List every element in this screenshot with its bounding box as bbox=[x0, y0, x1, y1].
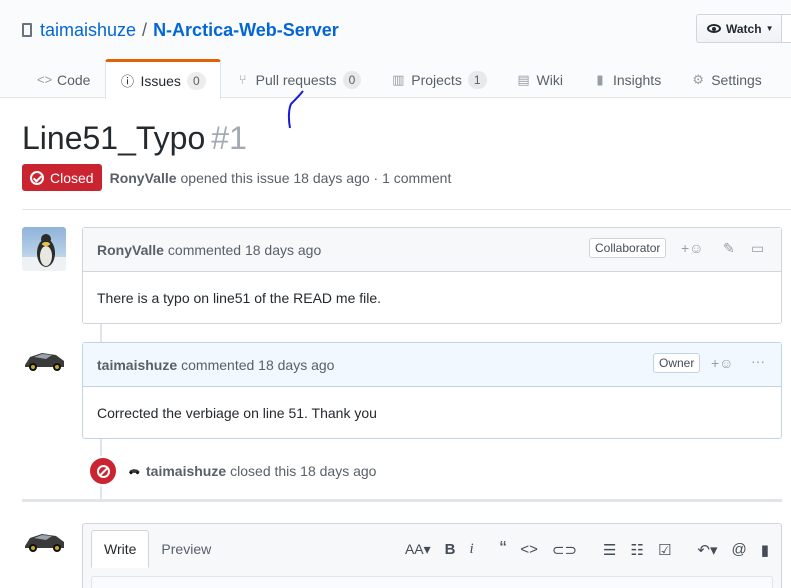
tab-label: Insights bbox=[612, 71, 662, 88]
bold-icon[interactable]: B bbox=[445, 541, 456, 558]
mention-icon[interactable]: @ bbox=[732, 541, 747, 558]
tab-code[interactable]: <> Code bbox=[22, 59, 105, 99]
tab-label: Pull requests bbox=[255, 71, 337, 88]
car-avatar-image bbox=[25, 353, 64, 371]
tab-write[interactable]: Write bbox=[91, 530, 150, 568]
issue-number: #1 bbox=[211, 120, 247, 156]
add-reaction-icon[interactable]: +☺ bbox=[711, 355, 733, 371]
comment-header: taimaishuze commented 18 days ago Owner … bbox=[83, 343, 781, 387]
tab-wiki[interactable]: ▤ Wiki bbox=[502, 59, 578, 99]
markdown-toolbar: AA▾ B i “ <> ⊂⊃ ☰ ☷ ☑ ↶▾ @ ▮ bbox=[405, 538, 769, 561]
issue-closed-icon bbox=[30, 170, 44, 185]
eye-icon bbox=[707, 24, 721, 33]
pull-request-icon: ⑂ bbox=[238, 72, 247, 87]
tab-counter: 0 bbox=[342, 70, 362, 89]
close-event-author-link[interactable]: taimaishuze bbox=[146, 463, 226, 479]
timeline-end-divider bbox=[22, 499, 782, 502]
penguin-avatar-image bbox=[22, 234, 66, 271]
status-badge: Closed bbox=[22, 164, 102, 191]
issue-icon: ⓘ bbox=[120, 74, 134, 89]
role-badge: Owner bbox=[653, 353, 701, 373]
car-avatar-small[interactable] bbox=[126, 467, 142, 475]
comment-header: RonyValle commented 18 days ago Collabor… bbox=[83, 228, 781, 272]
issue-title: Line51_Typo #1 bbox=[22, 118, 247, 158]
composer-tabs: Write Preview bbox=[91, 530, 223, 568]
avatar-taimaishuze[interactable] bbox=[22, 345, 66, 375]
tab-counter: 1 bbox=[467, 70, 487, 89]
comment-1: RonyValle commented 18 days ago Collabor… bbox=[82, 227, 782, 324]
edit-icon[interactable]: ✎ bbox=[723, 240, 735, 257]
repo-nav-tabs: <> Code ⓘ Issues 0 ⑂ Pull requests 0 ▥ P… bbox=[22, 59, 777, 99]
italic-icon[interactable]: i bbox=[470, 541, 474, 558]
issue-title-text: Line51_Typo bbox=[22, 120, 206, 156]
role-badge: Collaborator bbox=[589, 238, 667, 258]
issue-closed-event-icon bbox=[88, 456, 118, 486]
tab-issues[interactable]: ⓘ Issues 0 bbox=[105, 59, 221, 99]
repo-owner-link[interactable]: taimaishuze bbox=[40, 18, 136, 42]
report-icon[interactable]: ▭ bbox=[751, 240, 764, 257]
car-avatar-image bbox=[25, 534, 64, 552]
repo-title: taimaishuze / N-Arctica-Web-Server bbox=[22, 18, 339, 42]
comment-body: Corrected the verbiage on line 51. Thank… bbox=[97, 404, 377, 421]
chevron-down-icon: ▼ bbox=[765, 24, 774, 33]
link-icon[interactable]: ⊂⊃ bbox=[552, 541, 577, 559]
book-icon: ▤ bbox=[517, 71, 530, 87]
quote-icon[interactable]: “ bbox=[500, 538, 507, 561]
tab-counter: 0 bbox=[186, 71, 206, 90]
status-label: Closed bbox=[50, 169, 94, 186]
comment-author-link[interactable]: taimaishuze bbox=[97, 357, 177, 373]
ordered-list-icon[interactable]: ☷ bbox=[630, 541, 643, 559]
watch-label: Watch bbox=[726, 21, 762, 36]
reply-icon[interactable]: ↶▾ bbox=[697, 541, 717, 559]
issue-author-link[interactable]: RonyValle bbox=[110, 170, 177, 186]
close-event-text[interactable]: closed this 18 days ago bbox=[230, 463, 376, 479]
tab-insights[interactable]: ▮ Insights bbox=[578, 59, 676, 99]
repo-icon bbox=[22, 23, 32, 37]
comment-author-link[interactable]: RonyValle bbox=[97, 242, 164, 258]
gear-icon: ⚙ bbox=[692, 71, 705, 87]
project-icon: ▥ bbox=[392, 71, 405, 87]
tab-projects[interactable]: ▥ Projects 1 bbox=[376, 59, 501, 99]
tab-settings[interactable]: ⚙ Settings bbox=[676, 59, 777, 99]
tab-label: Projects bbox=[411, 71, 462, 88]
issue-meta: Closed RonyValle opened this issue 18 da… bbox=[22, 164, 451, 191]
bookmark-icon[interactable]: ▮ bbox=[761, 541, 769, 559]
comment-textarea[interactable] bbox=[91, 576, 773, 588]
code-icon: <> bbox=[37, 72, 53, 87]
watch-count[interactable] bbox=[781, 14, 791, 43]
comment-timestamp[interactable]: commented 18 days ago bbox=[168, 242, 321, 258]
watch-button[interactable]: Watch ▼ bbox=[696, 14, 782, 43]
task-list-icon[interactable]: ☑ bbox=[658, 541, 671, 559]
text-size-icon[interactable]: AA▾ bbox=[405, 541, 431, 558]
graph-icon: ▮ bbox=[596, 71, 604, 87]
comment-body: There is a typo on line51 of the READ me… bbox=[97, 289, 382, 306]
code-icon[interactable]: <> bbox=[520, 541, 538, 558]
tab-label: Settings bbox=[711, 71, 762, 88]
avatar-current-user[interactable] bbox=[22, 526, 66, 556]
more-options-icon[interactable]: ··· bbox=[751, 353, 765, 369]
tab-preview[interactable]: Preview bbox=[149, 530, 223, 568]
repo-header: taimaishuze / N-Arctica-Web-Server Watch… bbox=[0, 0, 791, 99]
comment-timestamp[interactable]: commented 18 days ago bbox=[181, 357, 334, 373]
scribble-mark bbox=[287, 90, 304, 129]
close-event: taimaishuze closed this 18 days ago bbox=[88, 456, 376, 486]
tab-label: Issues bbox=[140, 72, 181, 89]
comment-composer: Write Preview AA▾ B i “ <> ⊂⊃ ☰ ☷ ☑ ↶▾ @… bbox=[82, 523, 782, 588]
avatar-ronyvalle[interactable] bbox=[22, 227, 66, 271]
repo-separator: / bbox=[142, 20, 148, 40]
comment-2: taimaishuze commented 18 days ago Owner … bbox=[82, 342, 782, 439]
issue-meta-text: opened this issue 18 days ago · 1 commen… bbox=[180, 169, 452, 186]
tab-label: Code bbox=[57, 71, 91, 88]
add-reaction-icon[interactable]: +☺ bbox=[681, 240, 703, 256]
repo-name-link[interactable]: N-Arctica-Web-Server bbox=[153, 18, 339, 42]
unordered-list-icon[interactable]: ☰ bbox=[603, 541, 616, 559]
divider bbox=[22, 209, 791, 210]
tab-label: Wiki bbox=[536, 71, 563, 88]
